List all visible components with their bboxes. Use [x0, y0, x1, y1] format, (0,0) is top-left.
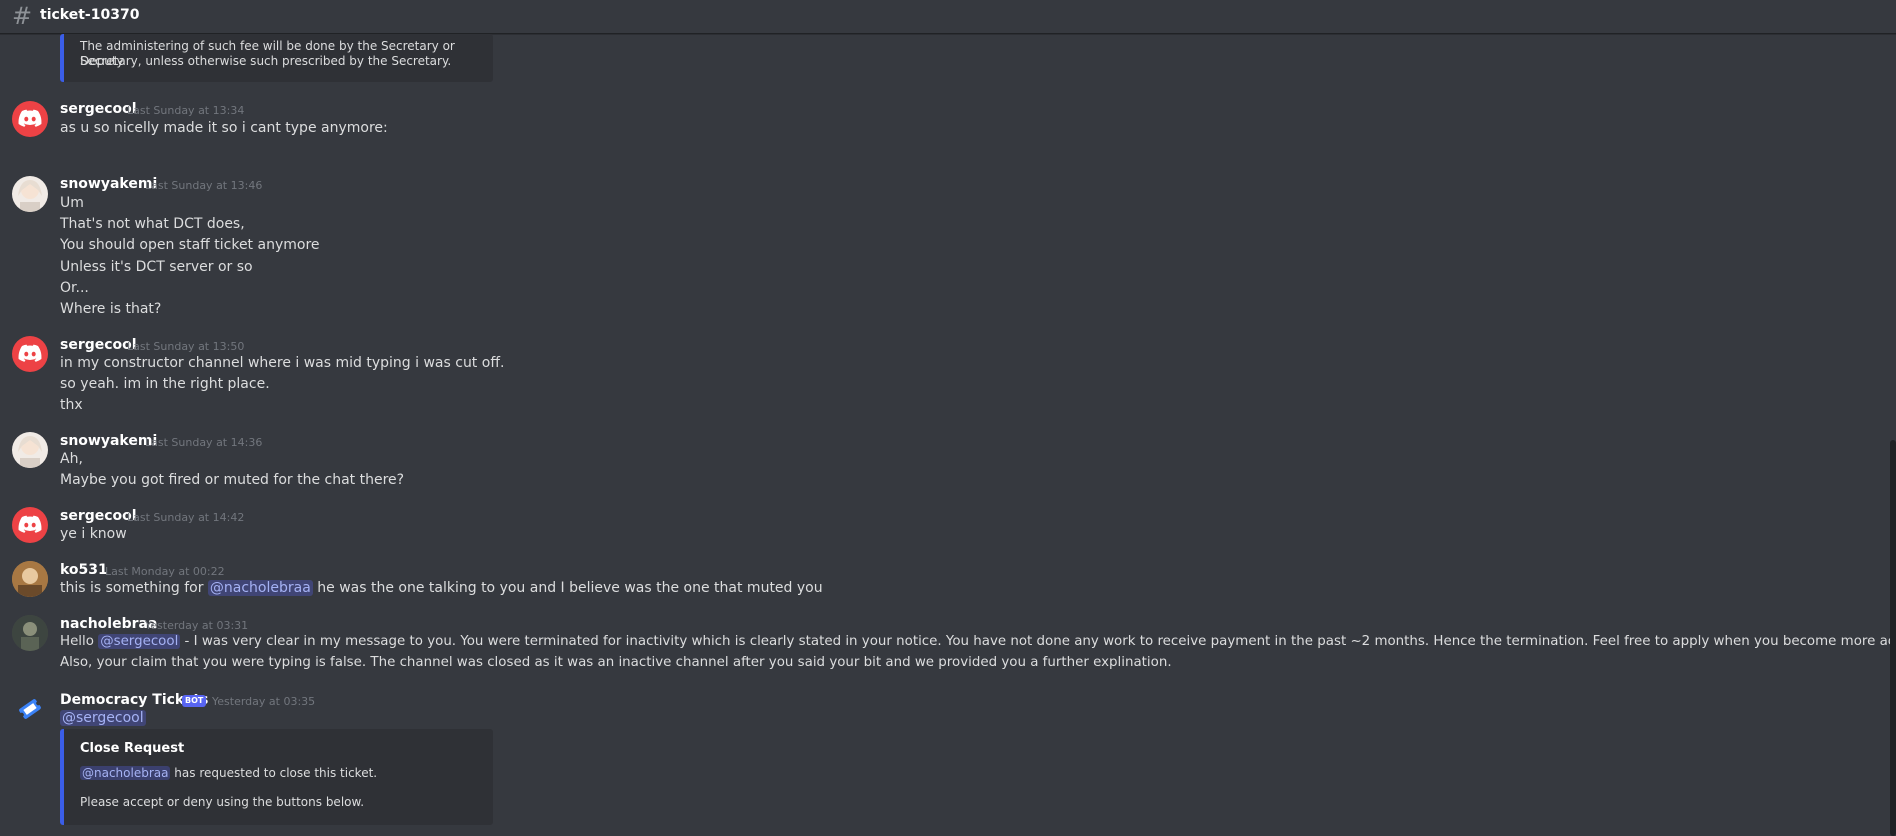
- rules-embed: The administering of such fee will be do…: [60, 34, 493, 82]
- text-segment: he was the one talking to you and I beli…: [312, 580, 823, 596]
- username[interactable]: snowyakemi: [60, 433, 157, 449]
- timestamp: Last Sunday at 14:42: [127, 511, 245, 524]
- user-mention[interactable]: @sergecool: [98, 634, 181, 649]
- timestamp: Last Sunday at 13:46: [145, 179, 263, 192]
- message-text: @sergecool: [60, 710, 146, 726]
- message-text: Unless it's DCT server or so: [60, 259, 253, 275]
- user-mention[interactable]: @nacholebraa: [207, 580, 313, 596]
- username[interactable]: sergecool: [60, 508, 137, 524]
- timestamp: Yesterday at 03:35: [212, 695, 316, 708]
- timestamp: Yesterday at 03:31: [145, 619, 249, 632]
- timestamp: Last Monday at 00:22: [105, 565, 225, 578]
- avatar[interactable]: [12, 101, 48, 137]
- text-segment: - I was very clear in my message to you.…: [180, 634, 1896, 649]
- username[interactable]: sergecool: [60, 101, 137, 117]
- text-segment: has requested to close this ticket.: [170, 766, 378, 780]
- bot-badge: BOT: [182, 695, 207, 707]
- avatar[interactable]: [12, 507, 48, 543]
- username[interactable]: snowyakemi: [60, 176, 157, 192]
- avatar[interactable]: [12, 615, 48, 651]
- message-text: as u so nicelly made it so i cant type a…: [60, 120, 388, 136]
- scrollbar[interactable]: [1890, 440, 1896, 836]
- username[interactable]: ko531: [60, 562, 108, 578]
- timestamp: Last Sunday at 13:34: [127, 104, 245, 117]
- message-text: Or...: [60, 280, 89, 296]
- ticket-icon: [19, 699, 41, 719]
- channel-name: ticket-10370: [40, 7, 140, 23]
- message-text: That's not what DCT does,: [60, 216, 245, 232]
- message-text: in my constructor channel where i was mi…: [60, 355, 505, 371]
- message-text: Where is that?: [60, 301, 162, 317]
- timestamp: Last Sunday at 13:50: [127, 340, 245, 353]
- message-text: Ah,: [60, 451, 83, 467]
- user-mention[interactable]: @sergecool: [60, 710, 146, 726]
- message-text: You should open staff ticket anymore: [60, 237, 320, 253]
- avatar[interactable]: [12, 561, 48, 597]
- username[interactable]: nacholebraa: [60, 616, 157, 632]
- avatar[interactable]: [12, 336, 48, 372]
- text-segment: this is something for: [60, 580, 208, 596]
- message-text: so yeah. im in the right place.: [60, 376, 270, 392]
- message-text: Um: [60, 195, 84, 211]
- avatar[interactable]: [12, 176, 48, 212]
- text-segment: Hello: [60, 634, 99, 649]
- embed-description: @nacholebraa has requested to close this…: [80, 766, 377, 781]
- close-request-embed: Close Request @nacholebraa has requested…: [60, 729, 493, 825]
- message-text: this is something for @nacholebraa he wa…: [60, 580, 823, 596]
- avatar[interactable]: [12, 691, 48, 727]
- username[interactable]: sergecool: [60, 337, 137, 353]
- timestamp: Last Sunday at 14:36: [145, 436, 263, 449]
- embed-line: Secretary, unless otherwise such prescri…: [80, 54, 452, 68]
- message-text: thx: [60, 397, 83, 413]
- embed-footer-text: Please accept or deny using the buttons …: [80, 795, 365, 809]
- message-text: Hello @sergecool - I was very clear in m…: [60, 634, 1896, 649]
- message-text: Also, your claim that you were typing is…: [60, 655, 1172, 670]
- channel-header: # ticket-10370: [0, 0, 1896, 34]
- message-text: ye i know: [60, 526, 127, 542]
- embed-title: Close Request: [80, 741, 185, 756]
- avatar[interactable]: [12, 432, 48, 468]
- user-mention[interactable]: @nacholebraa: [80, 766, 171, 780]
- message-text: Maybe you got fired or muted for the cha…: [60, 472, 405, 488]
- hash-icon: #: [12, 2, 33, 30]
